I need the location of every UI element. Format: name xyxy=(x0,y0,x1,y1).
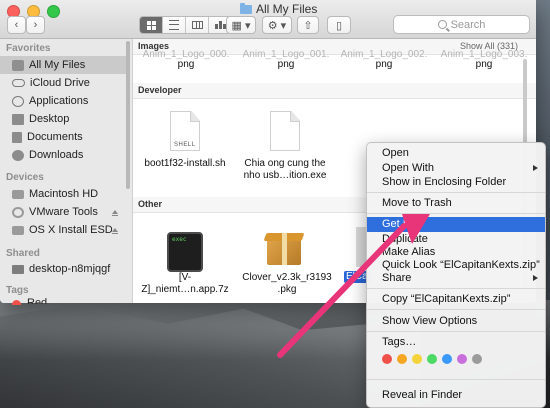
annotation-arrow xyxy=(277,214,430,358)
annotation-arrow-shaft xyxy=(277,223,407,358)
annotation-arrow-head xyxy=(402,214,430,244)
